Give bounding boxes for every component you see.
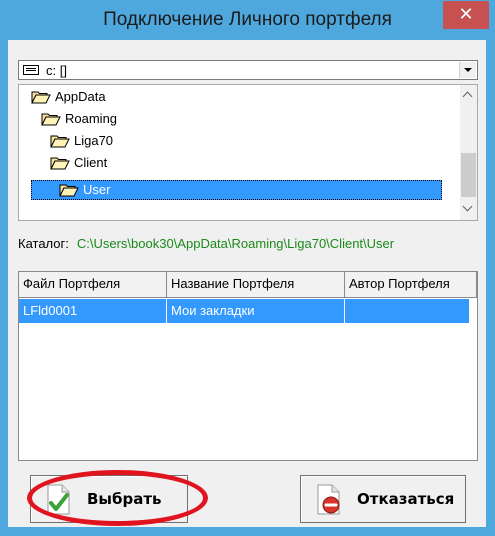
scrollbar-thumb[interactable]: [461, 153, 476, 197]
drive-select[interactable]: c: []: [18, 60, 478, 80]
cell-name: Мои закладки: [167, 299, 345, 323]
tree-item-label: Liga70: [74, 133, 114, 148]
catalog-path: C:\Users\book30\AppData\Roaming\Liga70\C…: [76, 236, 395, 251]
folder-open-icon: [50, 135, 70, 148]
catalog-line: Каталог: C:\Users\book30\AppData\Roaming\…: [18, 236, 394, 251]
column-header-author[interactable]: Автор Портфеля: [345, 272, 477, 298]
select-button-label: Выбрать: [87, 490, 162, 508]
folder-open-icon: [41, 113, 61, 126]
drive-icon: [23, 65, 39, 75]
tree-scrollbar[interactable]: [460, 85, 477, 220]
cancel-button-label: Отказаться: [357, 490, 455, 508]
table-header: Файл Портфеля Название Портфеля Автор По…: [19, 272, 477, 298]
catalog-label: Каталог:: [18, 236, 69, 251]
window-title: Подключение Личного портфеля: [103, 9, 392, 30]
dialog-body: c: [] AppData Roaming Liga70 Client User…: [8, 40, 486, 527]
table-row[interactable]: LFld0001 Мои закладки: [19, 299, 469, 323]
chevron-down-icon[interactable]: [459, 62, 476, 78]
close-button[interactable]: ✕: [443, 1, 489, 29]
folder-open-icon: [50, 157, 70, 170]
portfolio-table[interactable]: Файл Портфеля Название Портфеля Автор По…: [18, 271, 478, 461]
folder-tree[interactable]: AppData Roaming Liga70 Client User: [18, 84, 478, 221]
scroll-down-icon[interactable]: [460, 201, 477, 218]
dialog-window: Подключение Личного портфеля ✕ c: [] App…: [0, 0, 495, 536]
document-check-icon: [47, 484, 70, 515]
drive-select-value: c: []: [46, 63, 67, 78]
cell-author: [345, 299, 469, 323]
scroll-up-icon[interactable]: [460, 88, 477, 105]
close-icon: ✕: [458, 4, 474, 25]
cell-file: LFld0001: [19, 299, 167, 323]
title-bar[interactable]: Подключение Личного портфеля ✕: [0, 0, 495, 40]
column-header-name[interactable]: Название Портфеля: [167, 272, 345, 298]
tree-item-label: User: [83, 182, 111, 197]
folder-open-icon: [59, 184, 79, 197]
select-button[interactable]: Выбрать: [30, 475, 188, 523]
cancel-button[interactable]: Отказаться: [300, 475, 466, 523]
tree-item-label: AppData: [55, 89, 106, 104]
tree-item-label: Client: [74, 155, 108, 170]
tree-item-label: Roaming: [65, 111, 118, 126]
document-cancel-icon: [317, 484, 340, 515]
folder-open-icon: [31, 91, 51, 104]
column-header-file[interactable]: Файл Портфеля: [19, 272, 167, 298]
